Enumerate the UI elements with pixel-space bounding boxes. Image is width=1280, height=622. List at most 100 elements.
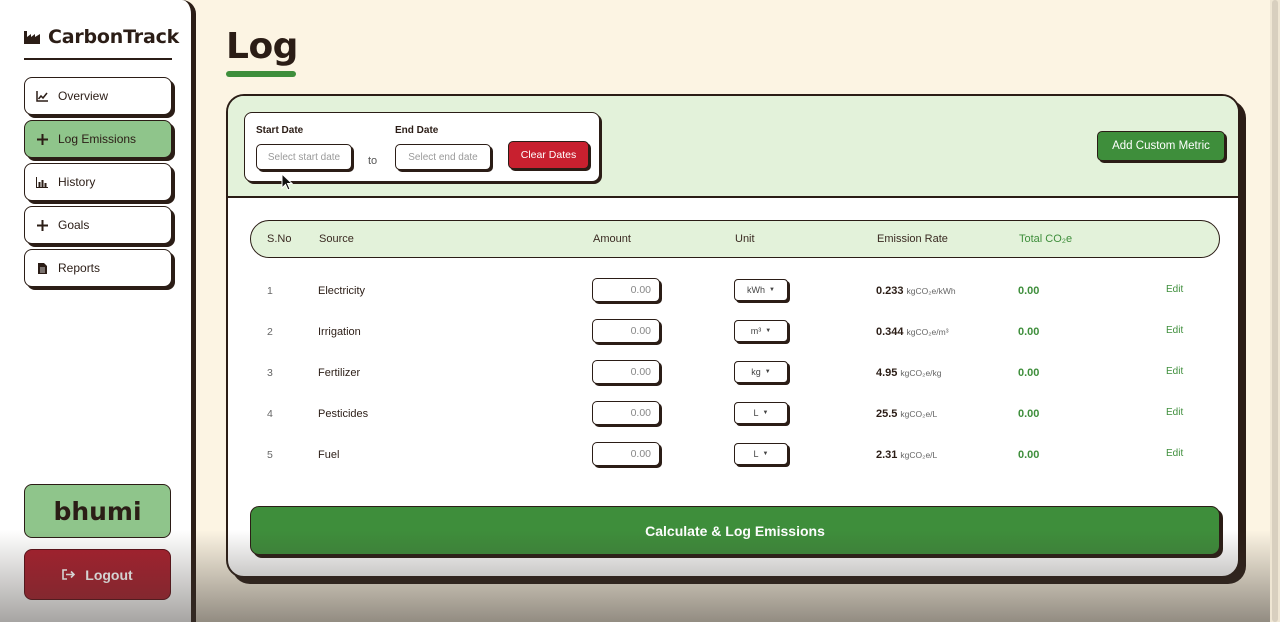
header-source: Source: [319, 233, 354, 245]
unit-select[interactable]: kg ▼: [734, 361, 788, 383]
sidebar-item-label: Goals: [58, 218, 90, 232]
edit-link[interactable]: Edit: [1166, 407, 1183, 418]
rate-unit: kgCO₂e/L: [900, 409, 938, 419]
emission-rate: 4.95 kgCO₂e/kg: [876, 367, 942, 379]
logout-label: Logout: [85, 566, 133, 583]
clear-dates-button[interactable]: Clear Dates: [508, 141, 589, 169]
plus-icon: [36, 133, 48, 145]
sidebar-item-reports[interactable]: Reports: [24, 249, 172, 287]
sidebar-item-label: Reports: [58, 261, 101, 275]
caret-down-icon: ▼: [769, 287, 775, 293]
rate-unit: kgCO₂e/L: [900, 450, 938, 460]
table-row: 3 Fertilizer 0.00 kg ▼ 4.95 kgCO₂e/kg 0.0…: [250, 358, 1220, 388]
rate-unit: kgCO₂e/m³: [906, 327, 949, 337]
row-source: Electricity: [318, 285, 366, 297]
sidebar-item-log-emissions[interactable]: Log Emissions: [24, 120, 172, 158]
total-co2e: 0.00: [1018, 408, 1040, 420]
emission-rate: 2.31 kgCO₂e/L: [876, 449, 937, 461]
bar-chart-icon: [36, 176, 48, 188]
sidebar: CarbonTrack Overview Log Emissions Histo…: [0, 0, 196, 622]
rate-unit: kgCO₂e/kg: [900, 368, 942, 378]
add-custom-metric-button[interactable]: Add Custom Metric: [1097, 131, 1225, 161]
caret-down-icon: ▼: [762, 410, 769, 416]
sidebar-item-label: Overview: [58, 89, 109, 103]
row-sno: 3: [267, 367, 273, 379]
table-row: 5 Fuel 0.00 L ▼ 2.31 kgCO₂e/L 0.00 Edit: [250, 440, 1220, 470]
mouse-cursor-icon: [281, 172, 294, 196]
amount-input[interactable]: 0.00: [592, 401, 660, 425]
total-co2e: 0.00: [1018, 367, 1040, 379]
start-date-label: Start Date: [256, 125, 304, 136]
emission-rate: 25.5 kgCO₂e/L: [876, 408, 937, 420]
unit-value: L: [753, 408, 759, 418]
rate-value: 2.31: [876, 449, 898, 461]
row-sno: 1: [267, 285, 273, 297]
unit-select[interactable]: L ▼: [734, 402, 788, 424]
unit-select[interactable]: m³ ▼: [734, 320, 788, 342]
end-date-label: End Date: [395, 125, 439, 136]
start-date-input[interactable]: Select start date: [256, 144, 352, 170]
brand-name: CarbonTrack: [48, 26, 180, 48]
caret-down-icon: ▼: [762, 451, 769, 457]
page-title: Log: [226, 26, 298, 67]
unit-value: kWh: [747, 285, 766, 295]
row-source: Irrigation: [318, 326, 361, 338]
factory-icon: [24, 30, 40, 44]
unit-value: L: [753, 449, 759, 459]
header-total-co2e: Total CO₂e: [1019, 233, 1073, 245]
sidebar-item-label: History: [58, 175, 96, 189]
line-chart-icon: [36, 90, 48, 102]
unit-value: m³: [750, 326, 762, 336]
sidebar-item-goals[interactable]: Goals: [24, 206, 172, 244]
amount-input[interactable]: 0.00: [592, 360, 660, 384]
calculate-log-emissions-button[interactable]: Calculate & Log Emissions: [250, 506, 1220, 555]
caret-down-icon: ▼: [765, 328, 772, 334]
total-co2e: 0.00: [1018, 326, 1040, 338]
edit-link[interactable]: Edit: [1166, 325, 1183, 336]
emission-rate: 0.344 kgCO₂e/m³: [876, 326, 949, 338]
row-sno: 4: [267, 408, 273, 420]
sidebar-item-history[interactable]: History: [24, 163, 172, 201]
sidebar-item-label: Log Emissions: [58, 132, 137, 146]
emission-rate: 0.233 kgCO₂e/kWh: [876, 285, 956, 297]
plus-icon: [36, 219, 48, 231]
title-underline: [226, 71, 296, 77]
amount-input[interactable]: 0.00: [592, 278, 660, 302]
scrollbar-thumb[interactable]: [1272, 0, 1278, 622]
brand: CarbonTrack: [24, 24, 179, 60]
header-sno: S.No: [267, 233, 292, 245]
to-text: to: [368, 155, 378, 167]
date-range-filter: Start Date Select start date to End Date…: [244, 112, 600, 182]
rate-unit: kgCO₂e/kWh: [906, 286, 956, 296]
header-unit: Unit: [735, 233, 755, 245]
log-card: Start Date Select start date to End Date…: [226, 94, 1240, 578]
unit-value: kg: [751, 367, 761, 377]
total-co2e: 0.00: [1018, 285, 1040, 297]
table-row: 1 Electricity 0.00 kWh ▼ 0.233 kgCO₂e/kWh…: [250, 276, 1220, 306]
end-date-input[interactable]: Select end date: [395, 144, 491, 170]
rate-value: 4.95: [876, 367, 898, 379]
row-sno: 5: [267, 449, 273, 461]
header-emission-rate: Emission Rate: [877, 233, 948, 245]
table-header: S.No Source Amount Unit Emission Rate To…: [250, 220, 1220, 258]
file-icon: [36, 262, 48, 274]
edit-link[interactable]: Edit: [1166, 284, 1183, 295]
filter-bar: Start Date Select start date to End Date…: [228, 96, 1238, 198]
user-name-badge: bhumi: [24, 484, 171, 538]
edit-link[interactable]: Edit: [1166, 366, 1183, 377]
row-sno: 2: [267, 326, 273, 338]
sidebar-item-overview[interactable]: Overview: [24, 77, 172, 115]
table-row: 2 Irrigation 0.00 m³ ▼ 0.344 kgCO₂e/m³ 0.…: [250, 317, 1220, 347]
amount-input[interactable]: 0.00: [592, 319, 660, 343]
amount-input[interactable]: 0.00: [592, 442, 660, 466]
rate-value: 0.344: [876, 326, 904, 338]
sign-out-icon: [62, 567, 76, 583]
rate-value: 25.5: [876, 408, 898, 420]
row-source: Pesticides: [318, 408, 369, 420]
edit-link[interactable]: Edit: [1166, 448, 1183, 459]
unit-select[interactable]: kWh ▼: [734, 279, 788, 301]
unit-select[interactable]: L ▼: [734, 443, 788, 465]
total-co2e: 0.00: [1018, 449, 1040, 461]
header-amount: Amount: [593, 233, 631, 245]
logout-button[interactable]: Logout: [24, 549, 171, 600]
